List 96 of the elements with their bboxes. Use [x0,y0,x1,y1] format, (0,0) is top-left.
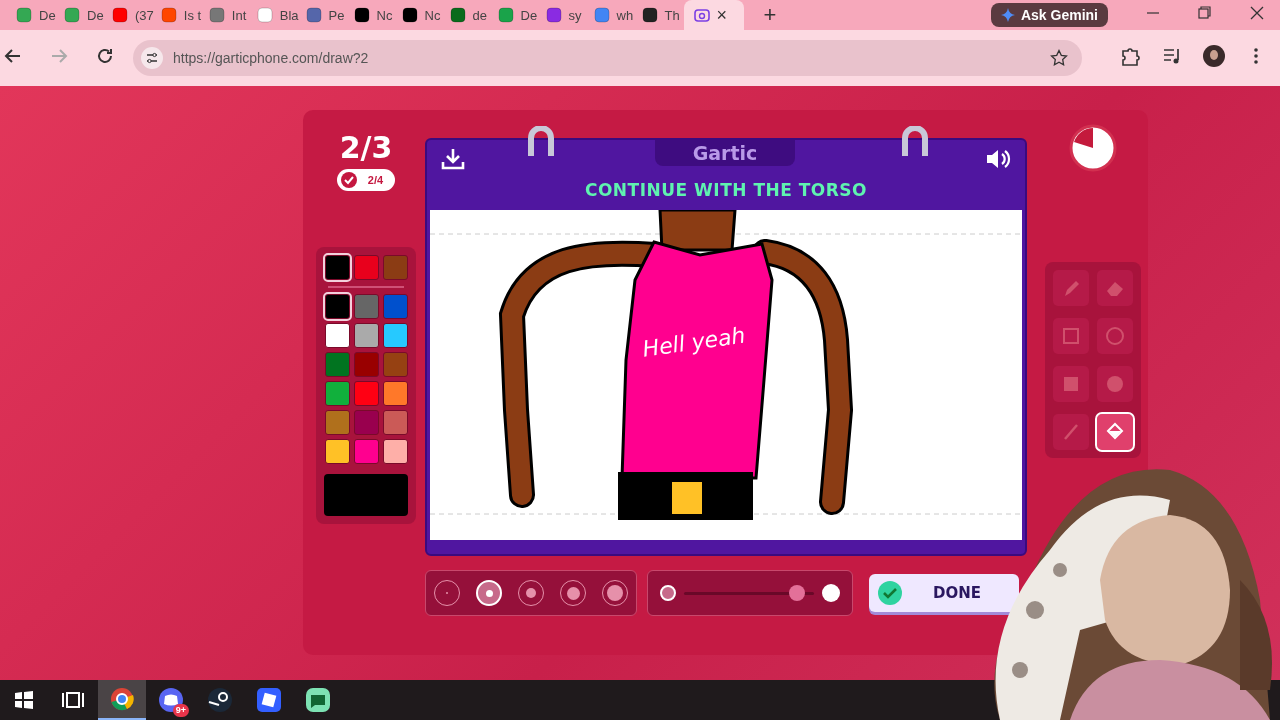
done-button[interactable]: DONE [869,574,1019,612]
color-swatch[interactable] [324,323,350,348]
browser-tab[interactable]: De [10,0,58,30]
color-swatch[interactable] [382,381,408,406]
site-info-icon[interactable] [141,47,163,69]
browser-tab[interactable]: Nc [347,0,396,30]
browser-tab[interactable]: wh [587,0,636,30]
browser-icon [109,686,135,712]
favicon-icon [353,7,370,23]
favicon-icon [401,7,418,23]
drawing-canvas[interactable]: Hell yeah [430,210,1022,540]
favicon-icon [64,7,80,23]
browser-tab[interactable]: × [683,0,744,30]
tab-title: sy [568,7,582,23]
color-swatch[interactable] [353,439,379,464]
tab-title: Nc [424,7,441,23]
star-icon[interactable] [1050,49,1068,67]
color-swatch[interactable] [382,352,408,377]
browser-tab[interactable]: Is t [154,0,203,30]
color-swatch[interactable] [353,294,379,319]
players-done-badge: 2/4 [336,169,396,191]
tab-title: Is t [183,7,202,23]
notification-badge: 9+ [172,704,189,717]
game-launcher-icon [207,687,233,713]
discord-taskbar-button[interactable]: 9+ [147,680,195,720]
round-counter: 2/3 [339,130,393,165]
opacity-max-icon [822,584,840,602]
color-swatch[interactable] [324,352,350,377]
color-swatch[interactable] [382,410,408,435]
favicon-icon [593,7,610,23]
check-icon [339,171,358,189]
chat-app-icon [158,687,184,713]
tab-title: Bla [279,7,299,23]
browser-tab[interactable]: de [443,0,492,30]
ask-gemini-button[interactable]: Ask Gemini [990,3,1108,27]
bucket-tool-button[interactable] [1096,414,1133,450]
favicon-icon [208,7,225,23]
favicon-icon [449,7,466,23]
phone-icon [693,7,710,23]
color-swatch[interactable] [382,255,408,280]
url-text: https://garticphone.com/draw?2 [173,50,369,66]
close-tab-button[interactable]: × [716,4,728,26]
color-swatch[interactable] [353,410,379,435]
favicon-icon [305,7,322,23]
browser-tab[interactable]: Nc [395,0,444,30]
gartic-logo: Gartic [654,140,796,166]
tab-title: de [472,7,488,23]
favicon-icon [256,7,273,23]
color-swatch[interactable] [382,439,408,464]
drawing-prompt: CONTINUE WITH THE TORSO [583,179,869,202]
favicon-icon [16,7,32,23]
tab-title: Th [664,7,680,23]
opacity-min-icon [660,585,676,601]
browser-tab[interactable]: Bla [250,0,300,30]
tab-title: De [39,7,56,23]
sparkle-icon [1000,8,1015,22]
scribbled-text: Hell yeah [641,322,747,362]
favicon-icon [497,7,514,23]
speech-bubble-icon [305,687,331,713]
chrome-taskbar-button[interactable] [98,680,146,720]
color-swatch[interactable] [324,381,350,406]
favicon-icon [112,7,128,23]
slider-thumb[interactable] [788,585,805,601]
browser-tab[interactable]: Int [202,0,251,30]
color-swatch[interactable] [382,294,408,319]
tab-title: De [87,7,104,23]
tab-title: Pe [328,7,345,23]
color-swatch[interactable] [324,294,350,319]
tab-title: wh [616,7,634,23]
color-swatch[interactable] [382,323,408,348]
favicon-icon [545,7,562,23]
color-swatch[interactable] [324,439,350,464]
tab-title: De [520,7,538,23]
browser-tab[interactable]: sy [539,0,588,30]
color-swatch[interactable] [353,255,379,280]
browser-tab[interactable]: De [58,0,106,30]
opacity-slider[interactable] [684,584,814,602]
new-tab-button[interactable]: + [763,2,777,28]
check-icon [877,580,903,606]
color-swatch[interactable] [353,352,379,377]
browser-tab[interactable]: Pe [299,0,348,30]
color-swatch[interactable] [324,410,350,435]
browser-tab[interactable]: (37 [106,0,155,30]
color-swatch[interactable] [324,255,350,280]
favicon-icon [641,7,658,23]
browser-tab[interactable]: De [491,0,540,30]
address-bar[interactable]: https://garticphone.com/draw?2 [133,40,1082,76]
tab-title: Nc [376,7,393,23]
tab-title: Int [231,7,247,23]
tab-title: (37 [135,7,154,23]
square-app-icon [256,687,282,713]
favicon-icon [160,7,177,23]
browser-tab[interactable]: Th [635,0,684,30]
circle-icon [1103,325,1126,347]
color-swatch[interactable] [353,381,379,406]
color-swatch[interactable] [353,323,379,348]
